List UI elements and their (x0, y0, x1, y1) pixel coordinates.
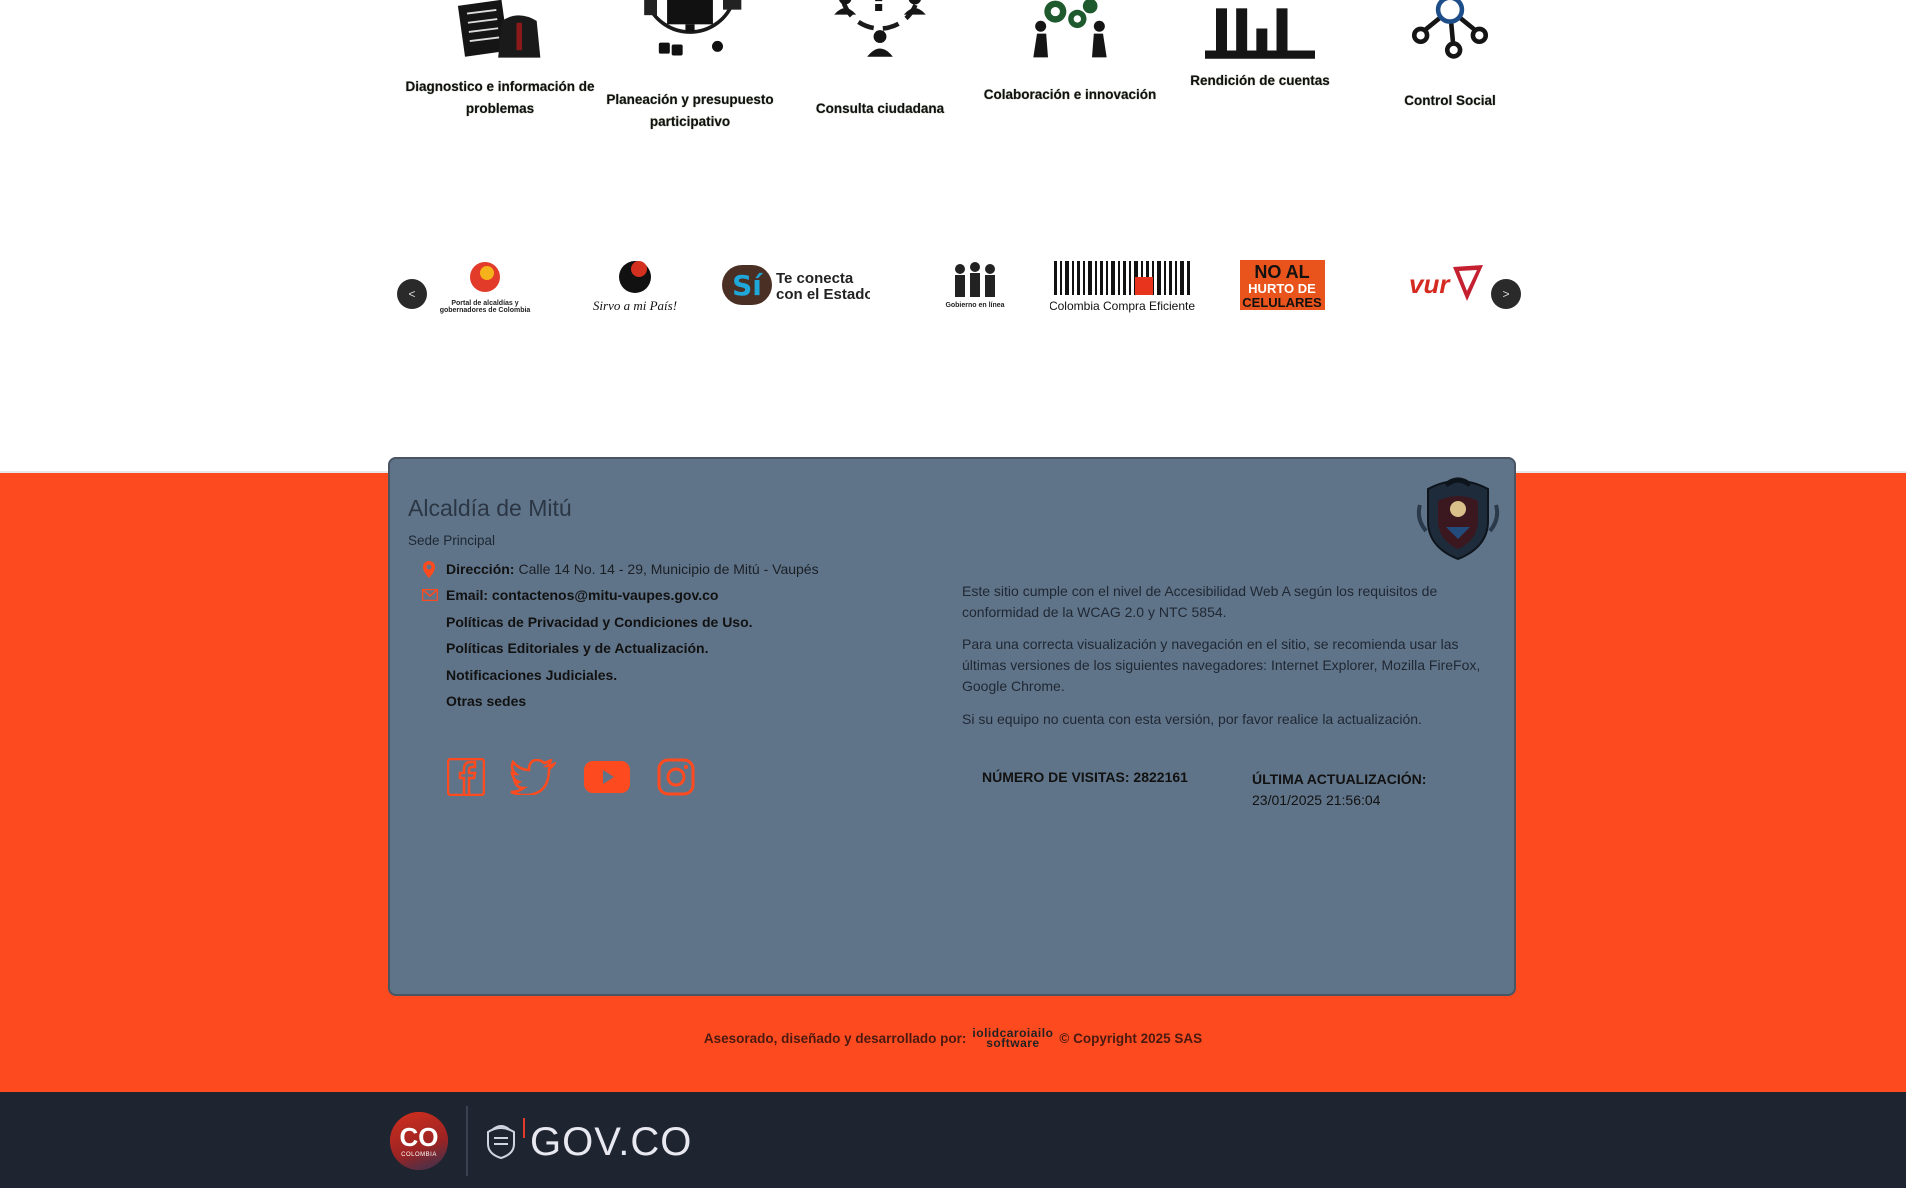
instagram-icon[interactable] (656, 757, 696, 797)
last-update-label: ÚLTIMA ACTUALIZACIÓN: (1252, 771, 1427, 787)
participation-label: Diagnostico e información de problemas (405, 79, 595, 116)
participation-item-rendicion[interactable]: Rendición de cuentas (1165, 0, 1355, 150)
network-nodes-icon (1395, 0, 1505, 62)
participation-label: Consulta ciudadana (815, 101, 945, 116)
browser-recommendation: Para una correcta visualización y navega… (962, 636, 1481, 694)
visits-label: NÚMERO DE VISITAS: (982, 769, 1130, 785)
co-logo-text: CO (399, 1122, 439, 1152)
developer-logo-bottom: software (986, 1036, 1040, 1050)
sirvo-a-mi-pais-logo[interactable]: Sirvo a mi País! (585, 255, 685, 315)
svg-text:vur: vur (1409, 269, 1451, 299)
participation-item-colaboracion[interactable]: Colaboración e innovación (975, 0, 1165, 150)
participation-label: Planeación y presupuesto participativo (606, 92, 774, 129)
last-update-value: 23/01/2025 21:56:04 (1252, 792, 1381, 808)
gobierno-en-linea-logo[interactable]: Gobierno en línea (920, 255, 1030, 315)
computer-network-icon (635, 0, 745, 62)
participation-item-control-social[interactable]: Control Social (1355, 0, 1545, 150)
colombia-compra-logo[interactable]: Colombia Compra Eficiente (1050, 255, 1195, 315)
gears-people-icon (1015, 0, 1125, 62)
participation-label: Rendición de cuentas (1190, 73, 1330, 88)
svg-text:gobernadores de Colombia: gobernadores de Colombia (440, 307, 531, 314)
visits-value: 2822161 (1133, 769, 1188, 785)
svg-text:Gobierno en línea: Gobierno en línea (945, 302, 1004, 309)
colombia-shield-icon (484, 1122, 518, 1165)
last-update: ÚLTIMA ACTUALIZACIÓN: 23/01/2025 21:56:0… (1252, 769, 1426, 811)
co-colombia-logo[interactable]: CO COLOMBIA (390, 1112, 448, 1170)
judicial-notifications-link[interactable]: Notificaciones Judiciales. (446, 667, 617, 683)
si-virtual-logo[interactable]: Sí Te conecta con el Estado (720, 255, 870, 315)
participation-item-planeacion[interactable]: Planeación y presupuesto participativo (595, 0, 785, 150)
mail-icon (421, 588, 439, 604)
carousel-prev-button[interactable]: < (397, 279, 427, 309)
municipal-coat-of-arms-icon (1416, 475, 1500, 566)
youtube-icon[interactable] (583, 757, 631, 797)
org-title: Alcaldía de Mitú (408, 495, 572, 521)
svg-text:Sirvo a mi País!: Sirvo a mi País! (593, 298, 677, 313)
privacy-policy-link[interactable]: Políticas de Privacidad y Condiciones de… (446, 614, 753, 630)
svg-text:?: ? (868, 0, 891, 21)
portal-alcaldias-logo[interactable]: Portal de alcaldías y gobernadores de Co… (425, 255, 545, 315)
participation-item-diagnostico[interactable]: Diagnostico e información de problemas (405, 0, 595, 150)
gov-accent-mark (523, 1118, 525, 1138)
email-row[interactable]: Email: contactenos@mitu-vaupes.gov.co (421, 587, 718, 603)
gov-bar-divider (466, 1106, 468, 1176)
accessibility-notice: Este sitio cumple con el nivel de Accesi… (962, 583, 1438, 620)
update-notice: Si su equipo no cuenta con esta versión,… (962, 711, 1422, 727)
location-pin-icon (422, 561, 436, 582)
org-subtitle: Sede Principal (408, 533, 496, 548)
credit-line: Asesorado, diseñado y desarrollado por: … (0, 1027, 1906, 1050)
credit-prefix: Asesorado, diseñado y desarrollado por: (703, 1030, 967, 1046)
vur-logo[interactable]: vur (1405, 255, 1485, 315)
svg-text:NO AL: NO AL (1254, 262, 1309, 282)
svg-text:con el Estado: con el Estado (776, 286, 870, 303)
carousel-next-button[interactable]: > (1491, 279, 1521, 309)
svg-text:Portal de alcaldías y: Portal de alcaldías y (451, 300, 518, 307)
document-person-icon (445, 0, 555, 62)
co-logo-subtext: COLOMBIA (401, 1152, 437, 1158)
participation-label: Colaboración e innovación (983, 87, 1157, 102)
editorial-policy-link[interactable]: Políticas Editoriales y de Actualización… (446, 640, 708, 656)
gov-co-link[interactable]: GOV.CO (530, 1120, 692, 1165)
question-people-icon: ? (825, 0, 935, 62)
address-row: Dirección: Calle 14 No. 14 - 29, Municip… (423, 561, 819, 578)
bar-chart-icon (1205, 0, 1315, 62)
developer-logo[interactable]: iolidcaroiailo software (972, 1027, 1053, 1050)
gov-co-bar: CO COLOMBIA GOV.CO (0, 1092, 1906, 1188)
address-label: Dirección: (446, 561, 515, 577)
svg-text:CELULARES: CELULARES (1242, 295, 1322, 310)
svg-text:Te conecta: Te conecta (776, 270, 854, 287)
footer-info-card: Alcaldía de Mitú Sede Principal Direcció… (388, 457, 1516, 996)
visit-counter: NÚMERO DE VISITAS: 2822161 (982, 769, 1188, 785)
svg-text:Sí: Sí (732, 269, 763, 302)
svg-text:HURTO DE: HURTO DE (1248, 281, 1316, 296)
participation-item-consulta[interactable]: ? Consulta ciudadana (785, 0, 975, 150)
email-link[interactable]: Email: contactenos@mitu-vaupes.gov.co (446, 587, 718, 603)
no-al-hurto-logo[interactable]: NO AL HURTO DE CELULARES (1240, 255, 1325, 315)
partner-logo-carousel: < Portal de alcaldías y gobernadores de … (395, 255, 1521, 335)
svg-text:Colombia Compra Eficiente: Colombia Compra Eficiente (1050, 299, 1195, 313)
twitter-icon[interactable] (510, 757, 556, 797)
facebook-icon[interactable] (446, 757, 486, 797)
other-offices-link[interactable]: Otras sedes (446, 693, 526, 709)
copyright-text: © Copyright 2025 SAS (1059, 1030, 1203, 1046)
participation-menu: Diagnostico e información de problemas P… (405, 0, 1545, 150)
participation-label: Control Social (1404, 93, 1496, 108)
address-value: Calle 14 No. 14 - 29, Municipio de Mitú … (518, 561, 819, 577)
